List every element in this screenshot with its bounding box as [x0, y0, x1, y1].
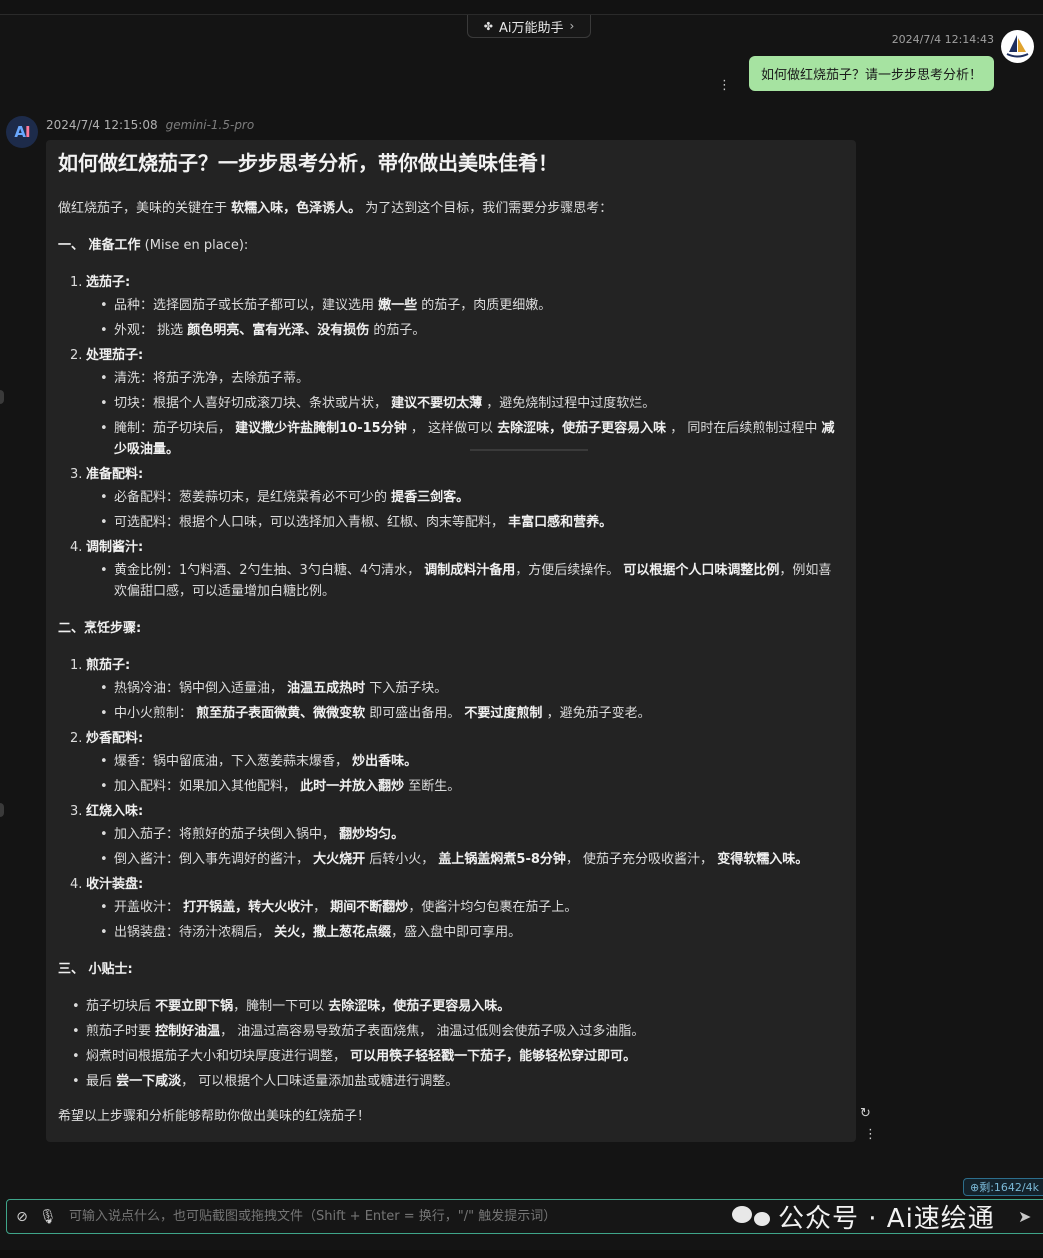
list-item: 爆香：锅中留底油，下入葱姜蒜末爆香， 炒出香味。: [98, 751, 844, 772]
section-heading-cooking: 二、烹饪步骤:: [58, 621, 142, 636]
sailboat-logo-icon: [1001, 30, 1034, 63]
list-item: 热锅冷油：锅中倒入适量油， 油温五成热时 下入茄子块。: [98, 678, 844, 699]
prep-steps: 1.选茄子: 品种：选择圆茄子或长茄子都可以，建议选用 嫩一些 的茄子，肉质更细…: [70, 272, 844, 602]
scroll-handle[interactable]: [0, 390, 4, 404]
user-message-time: 2024/7/4 12:14:43: [891, 33, 994, 46]
user-message-more-icon[interactable]: ⋮: [718, 79, 731, 92]
list-item: 切块：根据个人喜好切成滚刀块、条状或片状， 建议不要切太薄 ，避免烧制过程中过度…: [98, 393, 844, 414]
list-item: 清洗：将茄子洗净，去除茄子蒂。: [98, 368, 844, 389]
user-message-text: 如何做红烧茄子？请一步步思考分析！: [760, 68, 982, 83]
list-item: 加入茄子：将煎好的茄子块倒入锅中， 翻炒均匀。: [98, 824, 844, 845]
wechat-icon: [732, 1206, 770, 1226]
list-item: 茄子切块后 不要立即下锅，腌制一下可以 去除涩味，使茄子更容易入味。: [58, 996, 844, 1017]
list-item: 煎茄子时要 控制好油温， 油温过高容易导致茄子表面烧焦， 油温过低则会使茄子吸入…: [58, 1021, 844, 1042]
list-item: 腌制：茄子切块后， 建议撒少许盐腌制10-15分钟 ， 这样做可以 去除涩味，使…: [98, 418, 844, 460]
ai-message-more-icon[interactable]: ⋮: [864, 1128, 877, 1141]
list-item: 品种：选择圆茄子或长茄子都可以，建议选用 嫩一些 的茄子，肉质更细嫩。: [98, 295, 844, 316]
section-heading-tips: 三、 小贴士:: [58, 962, 133, 977]
list-item: 开盖收汁： 打开锅盖，转大火收汁， 期间不断翻炒，使酱汁均匀包裹在茄子上。: [98, 897, 844, 918]
step-item: 4.调制酱汁: 黄金比例：1勺料酒、2勺生抽、3勺白糖、4勺清水， 调制成料汁备…: [70, 537, 844, 602]
step-item: 1.煎茄子: 热锅冷油：锅中倒入适量油， 油温五成热时 下入茄子块。 中小火煎制…: [70, 655, 844, 724]
ai-message-time: 2024/7/4 12:15:08: [46, 118, 158, 132]
list-item: 最后 尝一下咸淡， 可以根据个人口味适量添加盐或糖进行调整。: [58, 1071, 844, 1092]
step-item: 3.准备配料: 必备配料：葱姜蒜切末，是红烧菜肴必不可少的 提香三剑客。 可选配…: [70, 464, 844, 533]
answer-intro: 做红烧茄子，美味的关键在于 软糯入味，色泽诱人。 为了达到这个目标，我们需要分步…: [58, 201, 613, 216]
list-item: 加入配料：如果加入其他配料， 此时一并放入翻炒 至断生。: [98, 776, 844, 797]
assistant-name: Ai万能助手: [498, 20, 564, 36]
ai-message-meta: 2024/7/4 12:15:08 gemini-1.5-pro: [46, 118, 254, 132]
list-item: 外观： 挑选 颜色明亮、富有光泽、没有损伤 的茄子。: [98, 320, 844, 341]
paperclip-icon[interactable]: ⊘: [15, 1209, 29, 1225]
ai-avatar: AI: [6, 116, 38, 148]
list-item: 可选配料：根据个人口味，可以选择加入青椒、红椒、肉末等配料， 丰富口感和营养。: [98, 512, 844, 533]
list-item: 中小火煎制： 煎至茄子表面微黄、微微变软 即可盛出备用。 不要过度煎制 ，避免茄…: [98, 703, 844, 724]
list-item: 必备配料：葱姜蒜切末，是红烧菜肴必不可少的 提香三剑客。: [98, 487, 844, 508]
top-bar: [0, 0, 1043, 15]
user-avatar[interactable]: [1001, 30, 1034, 63]
user-message-bubble: 如何做红烧茄子？请一步步思考分析！: [748, 56, 994, 91]
list-item: 倒入酱汁：倒入事先调好的酱汁， 大火烧开 后转小火， 盖上锅盖焖煮5-8分钟， …: [98, 849, 844, 870]
ai-model-name: gemini-1.5-pro: [165, 118, 255, 132]
section-heading-prep: 一、 准备工作 (Mise en place):: [58, 238, 249, 253]
assistant-selector[interactable]: ✤ Ai万能助手 ›: [467, 15, 591, 38]
step-item: 2.处理茄子: 清洗：将茄子洗净，去除茄子蒂。 切块：根据个人喜好切成滚刀块、条…: [70, 345, 844, 460]
ai-message-bubble: 如何做红烧茄子？一步步思考分析，带你做出美味佳肴！ 做红烧茄子，美味的关键在于 …: [46, 140, 856, 1142]
answer-title: 如何做红烧茄子？一步步思考分析，带你做出美味佳肴！: [58, 151, 558, 175]
step-item: 1.选茄子: 品种：选择圆茄子或长茄子都可以，建议选用 嫩一些 的茄子，肉质更细…: [70, 272, 844, 341]
scroll-handle[interactable]: [0, 803, 4, 817]
token-count-badge: ⊕剩:1642/4k: [963, 1178, 1043, 1196]
microphone-icon[interactable]: 🎙︎: [39, 1209, 57, 1225]
list-item: 焖煮时间根据茄子大小和切块厚度进行调整， 可以用筷子轻轻戳一下茄子，能够轻松穿过…: [58, 1046, 844, 1067]
watermark-text: 公众号 · Ai速绘通: [778, 1203, 995, 1234]
step-item: 3.红烧入味: 加入茄子：将煎好的茄子块倒入锅中， 翻炒均匀。 倒入酱汁：倒入事…: [70, 801, 844, 870]
chevron-right-icon: ›: [569, 19, 575, 33]
list-item: 出锅装盘：待汤汁浓稠后， 关火，撒上葱花点缀，盛入盘中即可享用。: [98, 922, 844, 943]
bottom-bar: [0, 1250, 1043, 1258]
regenerate-icon[interactable]: ↻: [860, 1106, 871, 1121]
send-icon[interactable]: ➤: [1018, 1207, 1031, 1226]
step-item: 4.收汁装盘: 开盖收汁： 打开锅盖，转大火收汁， 期间不断翻炒，使酱汁均匀包裹…: [70, 874, 844, 943]
apps-icon: ✤: [483, 19, 493, 33]
watermark: 公众号 · Ai速绘通: [732, 1198, 995, 1234]
cooking-steps: 1.煎茄子: 热锅冷油：锅中倒入适量油， 油温五成热时 下入茄子块。 中小火煎制…: [70, 655, 844, 943]
tips-list: 茄子切块后 不要立即下锅，腌制一下可以 去除涩味，使茄子更容易入味。 煎茄子时要…: [58, 996, 844, 1092]
answer-outro: 希望以上步骤和分析能够帮助你做出美味的红烧茄子！: [58, 1109, 371, 1124]
text-selection-bar: [470, 449, 588, 451]
step-item: 2.炒香配料: 爆香：锅中留底油，下入葱姜蒜末爆香， 炒出香味。 加入配料：如果…: [70, 728, 844, 797]
list-item: 黄金比例：1勺料酒、2勺生抽、3勺白糖、4勺清水， 调制成料汁备用，方便后续操作…: [98, 560, 844, 602]
